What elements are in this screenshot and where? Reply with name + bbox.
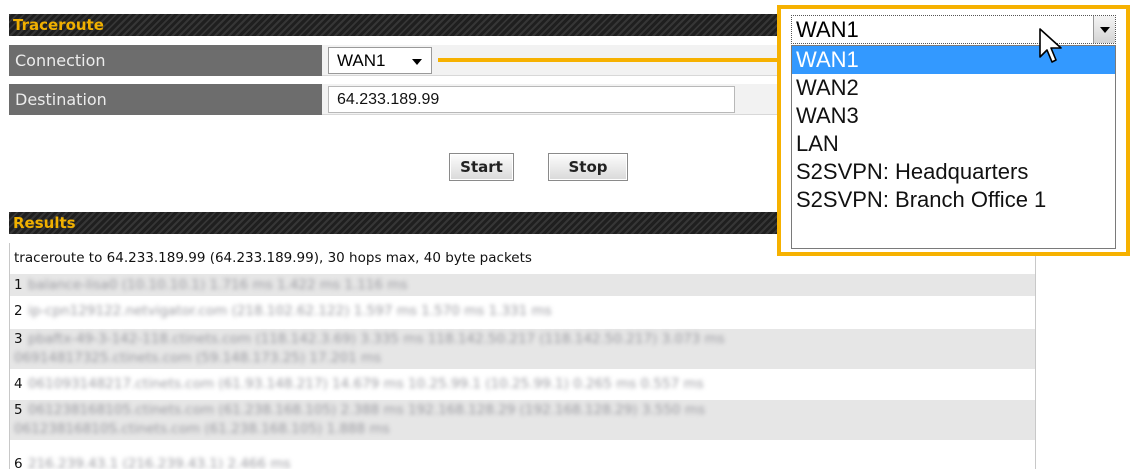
hop-number: 1: [14, 277, 23, 293]
connection-select[interactable]: WAN1: [328, 47, 432, 74]
hop-number: 3: [14, 331, 23, 347]
dropdown-option-wan3[interactable]: WAN3: [792, 102, 1115, 130]
dropdown-arrow-button[interactable]: [1093, 16, 1115, 43]
callout-connector: [438, 58, 781, 62]
dropdown-selected-value: WAN1: [796, 17, 859, 42]
chevron-down-icon: [412, 59, 422, 65]
result-line: 4 061093148217.ctinets.com (61.93.148.217…: [10, 373, 1035, 395]
result-line: 6 216.239.43.1 (216.239.43.1) 2.466 ms: [10, 453, 1035, 469]
results-title: Results: [13, 214, 76, 232]
dropdown-option-s2svpn-branch-office-1[interactable]: S2SVPN: Branch Office 1: [792, 186, 1115, 214]
result-line: 2 ip-cpn129122.netvigator.com (218.102.62…: [10, 300, 1035, 322]
dropdown-option-wan2[interactable]: WAN2: [792, 74, 1115, 102]
dropdown-callout: WAN1 WAN1 WAN2 WAN3 LAN S2SVPN: Headquar…: [777, 5, 1130, 256]
dropdown-option-s2svpn-headquarters[interactable]: S2SVPN: Headquarters: [792, 158, 1115, 186]
traceroute-title: Traceroute: [13, 16, 104, 34]
result-line: 5 061238168105.ctinets.com (61.238.168.10…: [10, 400, 1035, 440]
hop-text: 216.239.43.1 (216.239.43.1) 2.466 ms: [28, 456, 291, 469]
hop-text: balance-lisa0 (10.10.10.1) 1.716 ms 1.42…: [28, 277, 408, 293]
hop-text: pbaftx-49-3-142-118.ctinets.com (118.142…: [28, 331, 725, 347]
hop-text: ip-cpn129122.netvigator.com (218.102.62.…: [28, 303, 552, 319]
destination-label: Destination: [9, 84, 322, 115]
hop-number: 6: [14, 456, 23, 469]
hop-number: 5: [14, 402, 23, 418]
hop-text-continued: 06123816810S.ctinets.com (61.238.168.105…: [14, 421, 390, 437]
dropdown-option-lan[interactable]: LAN: [792, 130, 1115, 158]
result-line: 3 pbaftx-49-3-142-118.ctinets.com (118.14…: [10, 329, 1035, 369]
dropdown-options-list: WAN1 WAN2 WAN3 LAN S2SVPN: Headquarters …: [791, 45, 1116, 249]
traceroute-header: Traceroute: [9, 14, 780, 36]
hop-text: 061093148217.ctinets.com (61.93.148.217)…: [28, 376, 704, 392]
hop-number: 2: [14, 303, 23, 319]
results-output: traceroute to 64.233.189.99 (64.233.189.…: [9, 243, 1036, 469]
dropdown-option-wan1[interactable]: WAN1: [792, 46, 1115, 74]
hop-text: 061238168105.ctinets.com (61.238.168.105…: [28, 402, 705, 418]
hop-number: 4: [14, 376, 23, 392]
connection-label: Connection: [9, 45, 322, 76]
result-line: 1 balance-lisa0 (10.10.10.1) 1.716 ms 1.4…: [10, 274, 1035, 296]
hop-text-continued: 06914817325.ctinets.com (59.148.173.25) …: [14, 350, 382, 366]
mouse-pointer-icon: [1039, 28, 1062, 63]
connection-dropdown[interactable]: WAN1: [791, 15, 1116, 44]
connection-select-value: WAN1: [337, 51, 386, 70]
destination-input[interactable]: 64.233.189.99: [328, 86, 735, 113]
start-button[interactable]: Start: [449, 153, 514, 181]
stop-button[interactable]: Stop: [548, 153, 628, 181]
